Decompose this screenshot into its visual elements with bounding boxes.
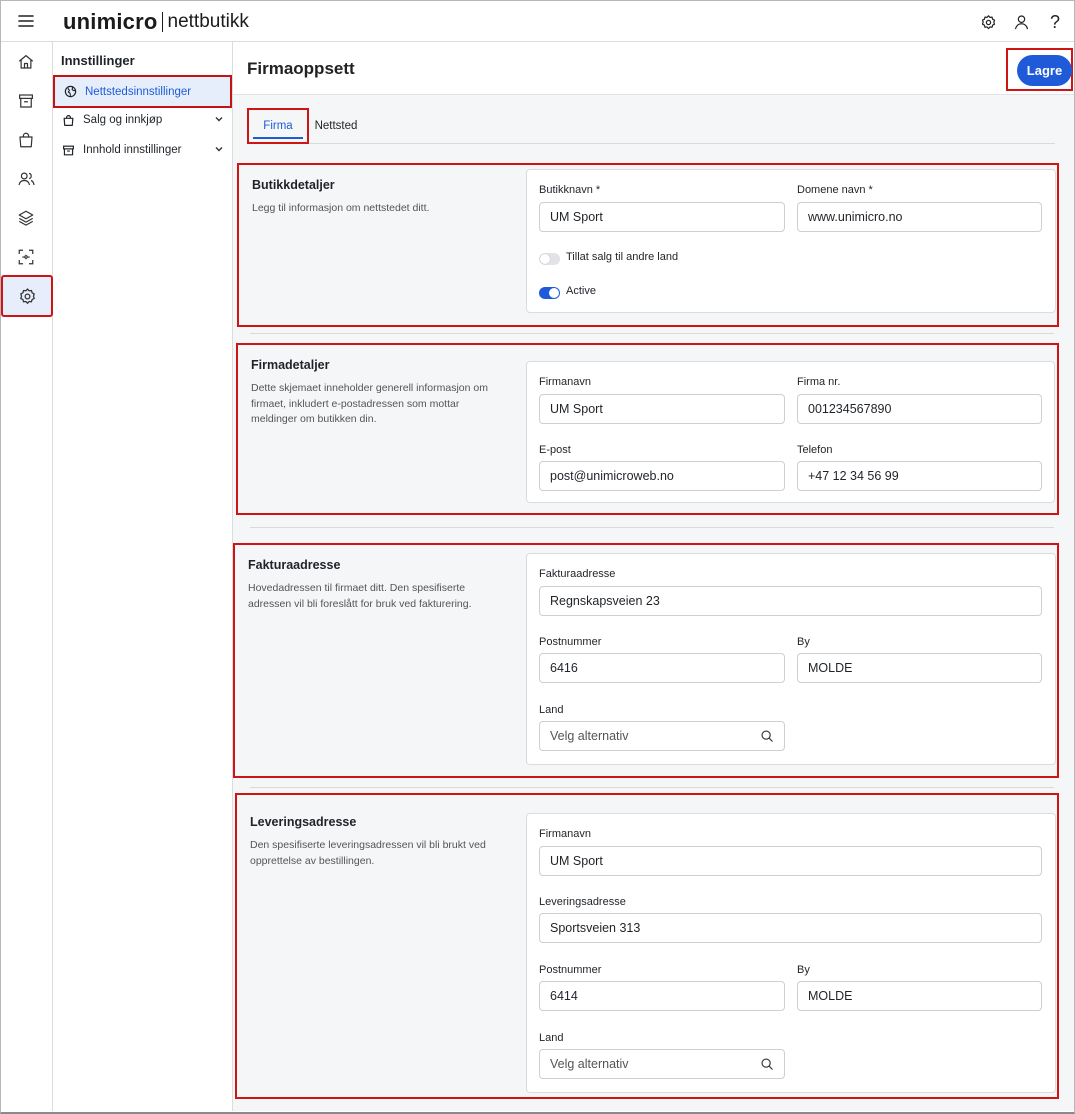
settings-subnav: Innstillinger Nettstedsinnstillinger Sal…	[53, 42, 233, 1111]
section-title: Leveringsadresse	[250, 815, 357, 829]
toggle-label: Active	[566, 285, 596, 297]
field-label: By	[797, 964, 810, 976]
chevron-down-icon[interactable]	[214, 144, 224, 157]
delivery-country-select[interactable]: Velg alternativ	[539, 1049, 785, 1079]
subnav-item-label: Nettstedsinnstillinger	[85, 85, 192, 98]
field-label: Firmanavn	[539, 828, 591, 840]
field-label: Telefon	[797, 444, 833, 456]
section-title: Fakturaadresse	[248, 558, 341, 572]
help-icon[interactable]: ?	[1045, 12, 1065, 32]
billing-country-select[interactable]: Velg alternativ	[539, 721, 785, 751]
divider	[250, 527, 1054, 528]
active-toggle[interactable]	[539, 287, 560, 299]
tab-firma[interactable]: Firma	[247, 108, 309, 144]
settings-icon[interactable]	[978, 12, 998, 32]
field-label: Postnummer	[539, 964, 602, 976]
section-butikkdetaljer: Butikkdetaljer Legg til informasjon om n…	[237, 163, 1059, 327]
select-placeholder: Velg alternativ	[550, 1057, 629, 1071]
archive-icon	[61, 143, 75, 157]
layers-icon[interactable]	[14, 206, 38, 230]
section-title: Firmadetaljer	[251, 358, 330, 372]
page-header: Firmaoppsett Lagre	[233, 42, 1074, 95]
section-firmadetaljer: Firmadetaljer Dette skjemaet inneholder …	[236, 343, 1059, 515]
delivery-postcode-input[interactable]: 6414	[539, 981, 785, 1011]
field-label: Land	[539, 704, 564, 716]
email-field[interactable]: post@unimicroweb.no	[539, 461, 785, 491]
billing-address-input[interactable]: Regnskapsveien 23	[539, 586, 1042, 616]
field-label: Domene navn *	[797, 184, 873, 196]
field-label: Butikknavn *	[539, 184, 601, 196]
menu-icon[interactable]	[15, 11, 37, 31]
phone-field[interactable]: +47 12 34 56 99	[797, 461, 1042, 491]
field-label: E-post	[539, 444, 571, 456]
field-label: Land	[539, 1032, 564, 1044]
shopping-bag-icon	[61, 113, 75, 127]
form-card: Firmanavn UM Sport Firma nr. 00123456789…	[526, 361, 1055, 503]
users-icon[interactable]	[14, 167, 38, 191]
field-label: Postnummer	[539, 636, 602, 648]
subnav-item-innhold-innstillinger[interactable]: Innhold innstillinger	[53, 135, 232, 165]
toggle-label: Tillat salg til andre land	[566, 251, 679, 263]
globe-icon	[63, 85, 77, 99]
user-icon[interactable]	[1011, 12, 1031, 32]
section-description: Legg til informasjon om nettstedet ditt.	[252, 202, 430, 214]
save-button-highlight: Lagre	[1006, 48, 1073, 91]
field-label: Firma nr.	[797, 376, 841, 388]
store-icon[interactable]	[14, 89, 38, 113]
logo-product: nettbutikk	[167, 11, 249, 32]
allow-foreign-sales-toggle[interactable]	[539, 253, 560, 265]
section-description: Dette skjemaet inneholder generell infor…	[251, 382, 488, 425]
section-fakturaadresse: Fakturaadresse Hovedadressen til firmaet…	[233, 543, 1059, 778]
form-card: Fakturaadresse Regnskapsveien 23 Postnum…	[526, 553, 1056, 765]
search-icon	[760, 1057, 774, 1074]
home-icon[interactable]	[14, 50, 38, 74]
shopping-bag-icon[interactable]	[14, 128, 38, 152]
subnav-item-nettstedsinnstillinger[interactable]: Nettstedsinnstillinger	[53, 75, 232, 108]
field-label: Fakturaadresse	[539, 568, 616, 580]
billing-postcode-input[interactable]: 6416	[539, 653, 785, 683]
logo-brand: unimicro	[63, 9, 158, 34]
section-title: Butikkdetaljer	[252, 178, 335, 192]
section-description: Hovedadressen til firmaet ditt. Den spes…	[248, 582, 472, 610]
delivery-address-input[interactable]: Sportsveien 313	[539, 913, 1042, 943]
logo-separator	[161, 12, 163, 32]
top-bar: unimicro nettbutikk ?	[1, 1, 1074, 42]
store-name-input[interactable]: UM Sport	[539, 202, 785, 232]
subnav-title: Innstillinger	[61, 53, 135, 68]
scan-icon[interactable]	[14, 245, 38, 269]
billing-city-input[interactable]: MOLDE	[797, 653, 1042, 683]
logo[interactable]: unimicro nettbutikk	[63, 9, 249, 34]
subnav-item-label: Innhold innstillinger	[83, 144, 182, 156]
divider	[250, 787, 1054, 788]
save-button[interactable]: Lagre	[1017, 55, 1072, 86]
company-name-input[interactable]: UM Sport	[539, 394, 785, 424]
field-label: Firmanavn	[539, 376, 591, 388]
section-description: Den spesifiserte leveringsadressen vil b…	[250, 839, 486, 867]
chevron-down-icon[interactable]	[214, 114, 224, 127]
form-card: Butikknavn * UM Sport Domene navn * www.…	[526, 169, 1056, 313]
search-icon	[760, 729, 774, 746]
delivery-city-input[interactable]: MOLDE	[797, 981, 1042, 1011]
domain-name-input[interactable]: www.unimicro.no	[797, 202, 1042, 232]
page-title: Firmaoppsett	[247, 59, 355, 78]
subnav-item-salg-og-innkjop[interactable]: Salg og innkjøp	[53, 105, 232, 135]
company-number-input[interactable]: 001234567890	[797, 394, 1042, 424]
main-content: Firmaoppsett Lagre Firma Nettsted Butikk…	[233, 42, 1074, 1111]
settings-nav-icon[interactable]	[1, 275, 53, 317]
divider	[250, 333, 1054, 334]
field-label: By	[797, 636, 810, 648]
form-card: Firmanavn UM Sport Leveringsadresse Spor…	[526, 813, 1056, 1093]
select-placeholder: Velg alternativ	[550, 729, 629, 743]
subnav-item-label: Salg og innkjøp	[83, 114, 163, 126]
section-leveringsadresse: Leveringsadresse Den spesifiserte leveri…	[235, 793, 1059, 1099]
delivery-company-input[interactable]: UM Sport	[539, 846, 1042, 876]
field-label: Leveringsadresse	[539, 896, 626, 908]
tab-bar: Firma Nettsted	[247, 108, 1055, 144]
tab-nettsted[interactable]: Nettsted	[314, 108, 358, 144]
icon-rail	[1, 42, 53, 1111]
